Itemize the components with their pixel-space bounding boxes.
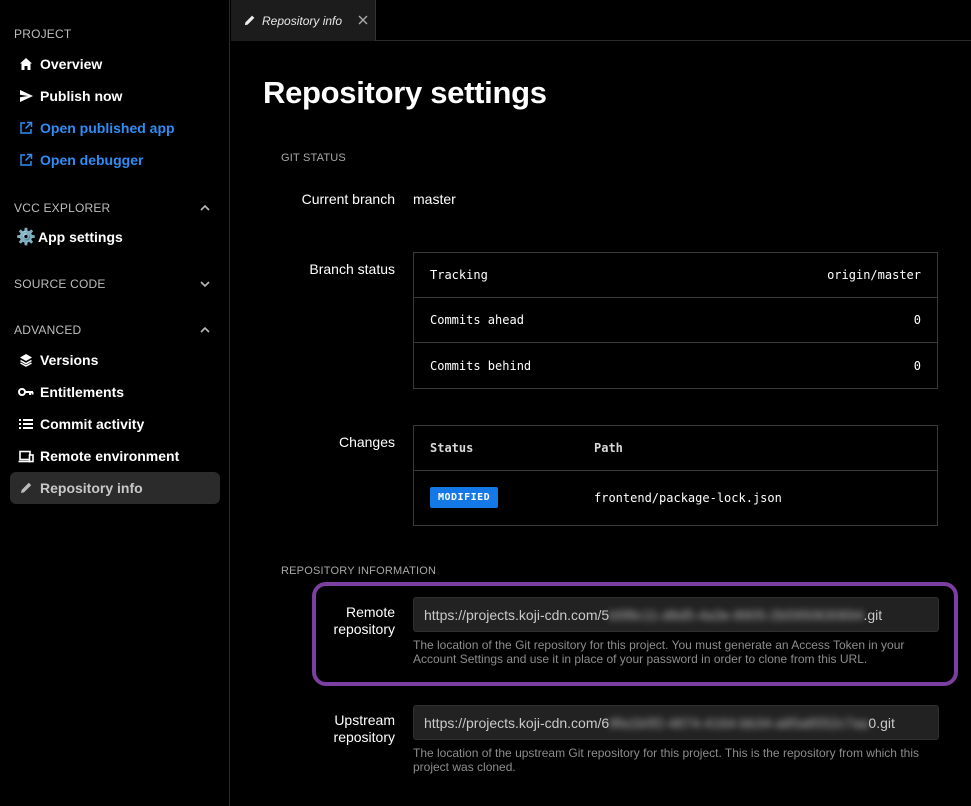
sidebar-item-label: Open debugger xyxy=(40,152,144,168)
current-branch-label: Current branch xyxy=(301,191,395,207)
tab-bar: Repository info xyxy=(231,0,971,41)
sidebar-item-label: Versions xyxy=(40,352,99,368)
pencil-icon xyxy=(18,480,34,496)
tracking-value: origin/master xyxy=(827,268,921,282)
sidebar-item-label: Open published app xyxy=(40,120,175,136)
highlight-box xyxy=(312,582,958,686)
sidebar-item-label: Publish now xyxy=(40,88,123,104)
chevron-up-icon[interactable] xyxy=(198,201,212,215)
changes-label: Changes xyxy=(338,434,395,450)
tracking-key: Tracking xyxy=(430,268,488,282)
layers-icon xyxy=(18,352,34,368)
commits-ahead-key: Commits ahead xyxy=(430,313,524,327)
table-row: Commits behind 0 xyxy=(414,343,937,388)
tab-label: Repository info xyxy=(262,13,343,28)
page-title: Repository settings xyxy=(263,75,547,110)
upstream-repository-url-field[interactable]: https://projects.koji-cdn.com/6 8fa1b0f2-… xyxy=(413,705,939,740)
sidebar-item-entitlements[interactable]: Entitlements xyxy=(10,376,220,408)
upstream-url-redacted: 8fa1b0f2-4874-4164-bb34-a85a8552c7aa xyxy=(609,714,869,731)
commits-ahead-value: 0 xyxy=(913,313,921,327)
key-icon xyxy=(18,384,34,400)
current-branch-value: master xyxy=(413,191,456,207)
commits-behind-value: 0 xyxy=(913,358,921,373)
table-row: Commits ahead 0 xyxy=(414,298,937,343)
sidebar-item-remote-environment[interactable]: Remote environment xyxy=(10,440,220,472)
branch-status-table: Tracking origin/master Commits ahead 0 C… xyxy=(413,252,938,389)
repository-information-heading: REPOSITORY INFORMATION xyxy=(281,565,437,577)
project-section-title: PROJECT xyxy=(14,27,72,41)
pencil-icon xyxy=(244,15,255,26)
path-column-header: Path xyxy=(594,441,623,455)
external-link-icon xyxy=(18,152,34,168)
branch-status-label: Branch status xyxy=(309,261,395,277)
changes-table: Status Path MODIFIED frontend/package-lo… xyxy=(413,425,938,526)
upstream-url-prefix: https://projects.koji-cdn.com/6 xyxy=(424,714,610,731)
sidebar-item-label: Overview xyxy=(40,56,103,72)
table-row: MODIFIED frontend/package-lock.json xyxy=(414,471,937,525)
sidebar-item-overview[interactable]: Overview xyxy=(10,48,220,80)
sidebar-item-versions[interactable]: Versions xyxy=(10,344,220,376)
gear-icon: ⚙️ xyxy=(16,229,36,246)
sidebar-item-label: Remote environment xyxy=(40,448,180,464)
external-link-icon xyxy=(18,120,34,136)
table-header: Status Path xyxy=(414,426,937,471)
sidebar: PROJECT Overview Publish now Open publis… xyxy=(0,0,230,806)
close-icon[interactable] xyxy=(357,14,369,26)
upstream-url-suffix: 0.git xyxy=(868,714,895,731)
laptop-icon xyxy=(18,448,34,464)
sidebar-item-commit-activity[interactable]: Commit activity xyxy=(10,408,220,440)
source-code-section-title: SOURCE CODE xyxy=(14,277,106,291)
sidebar-item-label: Entitlements xyxy=(40,384,125,400)
sidebar-item-label: Repository info xyxy=(40,480,143,496)
sidebar-item-open-published-app[interactable]: Open published app xyxy=(10,112,220,144)
sidebar-item-label: App settings xyxy=(38,229,123,245)
upstream-repository-label: Upstream repository xyxy=(333,712,395,745)
chevron-up-icon[interactable] xyxy=(198,323,212,337)
chevron-down-icon[interactable] xyxy=(198,277,212,291)
sidebar-item-publish-now[interactable]: Publish now xyxy=(10,80,220,112)
sidebar-item-repository-info[interactable]: Repository info xyxy=(10,472,220,504)
commits-behind-key: Commits behind xyxy=(430,358,532,373)
vcc-explorer-section-title: VCC EXPLORER xyxy=(14,201,111,215)
git-status-heading: GIT STATUS xyxy=(281,152,346,164)
changed-file-path: frontend/package-lock.json xyxy=(594,491,782,505)
upstream-repository-help-text: The location of the upstream Git reposit… xyxy=(413,746,919,774)
status-badge: MODIFIED xyxy=(430,487,499,508)
tab-repository-info[interactable]: Repository info xyxy=(231,0,376,41)
sidebar-item-open-debugger[interactable]: Open debugger xyxy=(10,144,220,176)
list-icon xyxy=(18,416,34,432)
home-icon xyxy=(18,56,34,72)
table-row: Tracking origin/master xyxy=(414,253,937,298)
advanced-section-title: ADVANCED xyxy=(14,323,82,337)
send-icon xyxy=(18,88,34,104)
sidebar-item-label: Commit activity xyxy=(40,416,145,432)
status-column-header: Status xyxy=(430,441,474,455)
sidebar-item-app-settings[interactable]: ⚙️ App settings xyxy=(10,221,220,253)
